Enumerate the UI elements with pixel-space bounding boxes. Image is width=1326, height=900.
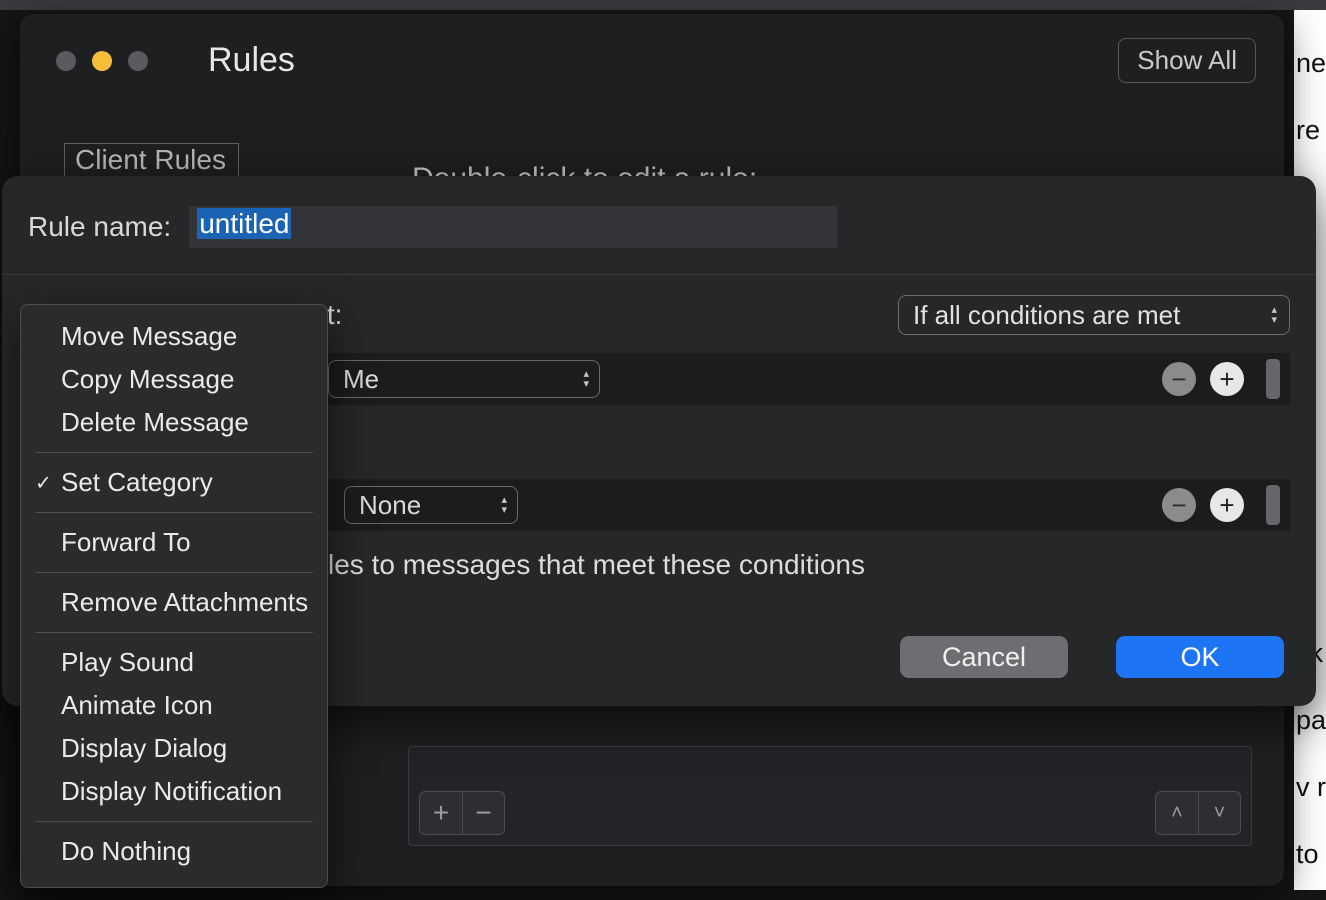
menu-separator xyxy=(35,572,313,573)
minus-icon: − xyxy=(475,797,491,829)
action-menu-item-label: Copy Message xyxy=(61,364,234,395)
close-window-button[interactable] xyxy=(56,51,76,71)
stepper-arrows-icon: ▴▾ xyxy=(1271,306,1277,324)
action-menu-item[interactable]: Display Dialog xyxy=(21,727,327,770)
condition-match-value: If all conditions are met xyxy=(913,300,1180,331)
menu-separator xyxy=(35,452,313,453)
action-menu-item-label: Delete Message xyxy=(61,407,249,438)
plus-icon: + xyxy=(433,797,449,829)
add-condition-button[interactable]: + xyxy=(1210,362,1244,396)
ok-button[interactable]: OK xyxy=(1116,636,1284,678)
action-menu-item-label: Display Notification xyxy=(61,776,282,807)
move-rule-down-button[interactable]: ˅ xyxy=(1198,792,1240,834)
action-menu-item[interactable]: Animate Icon xyxy=(21,684,327,727)
action-menu-item-label: Play Sound xyxy=(61,647,194,678)
condition-target-value: Me xyxy=(343,364,379,395)
action-menu-item[interactable]: Play Sound xyxy=(21,641,327,684)
action-menu-item-label: Display Dialog xyxy=(61,733,227,764)
add-action-button[interactable]: + xyxy=(1210,488,1244,522)
menu-separator xyxy=(35,821,313,822)
action-scroll-handle[interactable] xyxy=(1266,485,1280,525)
action-menu-item-label: Remove Attachments xyxy=(61,587,308,618)
remove-action-button[interactable]: − xyxy=(1162,488,1196,522)
remove-rule-button[interactable]: − xyxy=(462,792,504,834)
stepper-arrows-icon: ▴▾ xyxy=(583,370,589,388)
action-menu-item[interactable]: Remove Attachments xyxy=(21,581,327,624)
action-menu-item[interactable]: Forward To xyxy=(21,521,327,564)
action-menu-item[interactable]: Display Notification xyxy=(21,770,327,813)
action-menu-item-label: Forward To xyxy=(61,527,191,558)
rule-name-input[interactable]: untitled xyxy=(189,206,837,248)
minimize-window-button[interactable] xyxy=(92,51,112,71)
window-traffic-lights xyxy=(56,51,148,71)
rules-window-titlebar: Rules Show All xyxy=(20,14,1284,93)
apply-other-rules-label: les to messages that meet these conditio… xyxy=(328,549,1290,581)
chevron-up-icon: ˄ xyxy=(1171,802,1183,825)
action-menu-item[interactable]: Copy Message xyxy=(21,358,327,401)
stepper-arrows-icon: ▴▾ xyxy=(501,496,507,514)
condition-scroll-handle[interactable] xyxy=(1266,359,1280,399)
action-type-menu: Move Message Copy Message Delete Message ✓ S… xyxy=(20,304,328,888)
add-rule-button[interactable]: + xyxy=(420,792,462,834)
condition-target-select[interactable]: Me ▴▾ xyxy=(328,360,600,398)
action-menu-item-label: Set Category xyxy=(61,467,213,498)
chevron-down-icon: ˅ xyxy=(1214,802,1226,825)
plus-icon: + xyxy=(1219,364,1234,395)
rule-name-value: untitled xyxy=(197,208,291,239)
action-category-select[interactable]: None ▴▾ xyxy=(344,486,518,524)
check-icon: ✓ xyxy=(35,470,52,495)
menu-separator xyxy=(35,632,313,633)
action-menu-item[interactable]: Delete Message xyxy=(21,401,327,444)
action-menu-item-label: Animate Icon xyxy=(61,690,213,721)
rules-list-panel: + − ˄ ˅ xyxy=(408,746,1252,846)
action-menu-item[interactable]: ✓ Set Category xyxy=(21,461,327,504)
action-menu-item[interactable]: Do Nothing xyxy=(21,830,327,873)
client-rules-tab[interactable]: Client Rules xyxy=(64,143,239,179)
action-menu-item-label: Do Nothing xyxy=(61,836,191,867)
reorder-rule-stepper: ˄ ˅ xyxy=(1155,791,1241,835)
cancel-button[interactable]: Cancel xyxy=(900,636,1068,678)
rules-window-title: Rules xyxy=(208,41,295,80)
action-menu-item[interactable]: Move Message xyxy=(21,315,327,358)
menu-separator xyxy=(35,512,313,513)
plus-icon: + xyxy=(1219,490,1234,521)
action-category-value: None xyxy=(359,490,421,521)
move-rule-up-button[interactable]: ˄ xyxy=(1156,792,1198,834)
app-toolbar-peek xyxy=(0,0,1326,10)
action-menu-item-label: Move Message xyxy=(61,321,237,352)
add-remove-rule-stepper: + − xyxy=(419,791,505,835)
show-all-button[interactable]: Show All xyxy=(1118,38,1256,83)
condition-match-select[interactable]: If all conditions are met ▴▾ xyxy=(898,295,1290,335)
sheet-divider xyxy=(2,274,1316,275)
minus-icon: − xyxy=(1171,364,1186,395)
rule-name-label: Rule name: xyxy=(28,211,171,243)
zoom-window-button[interactable] xyxy=(128,51,148,71)
minus-icon: − xyxy=(1171,490,1186,521)
remove-condition-button[interactable]: − xyxy=(1162,362,1196,396)
